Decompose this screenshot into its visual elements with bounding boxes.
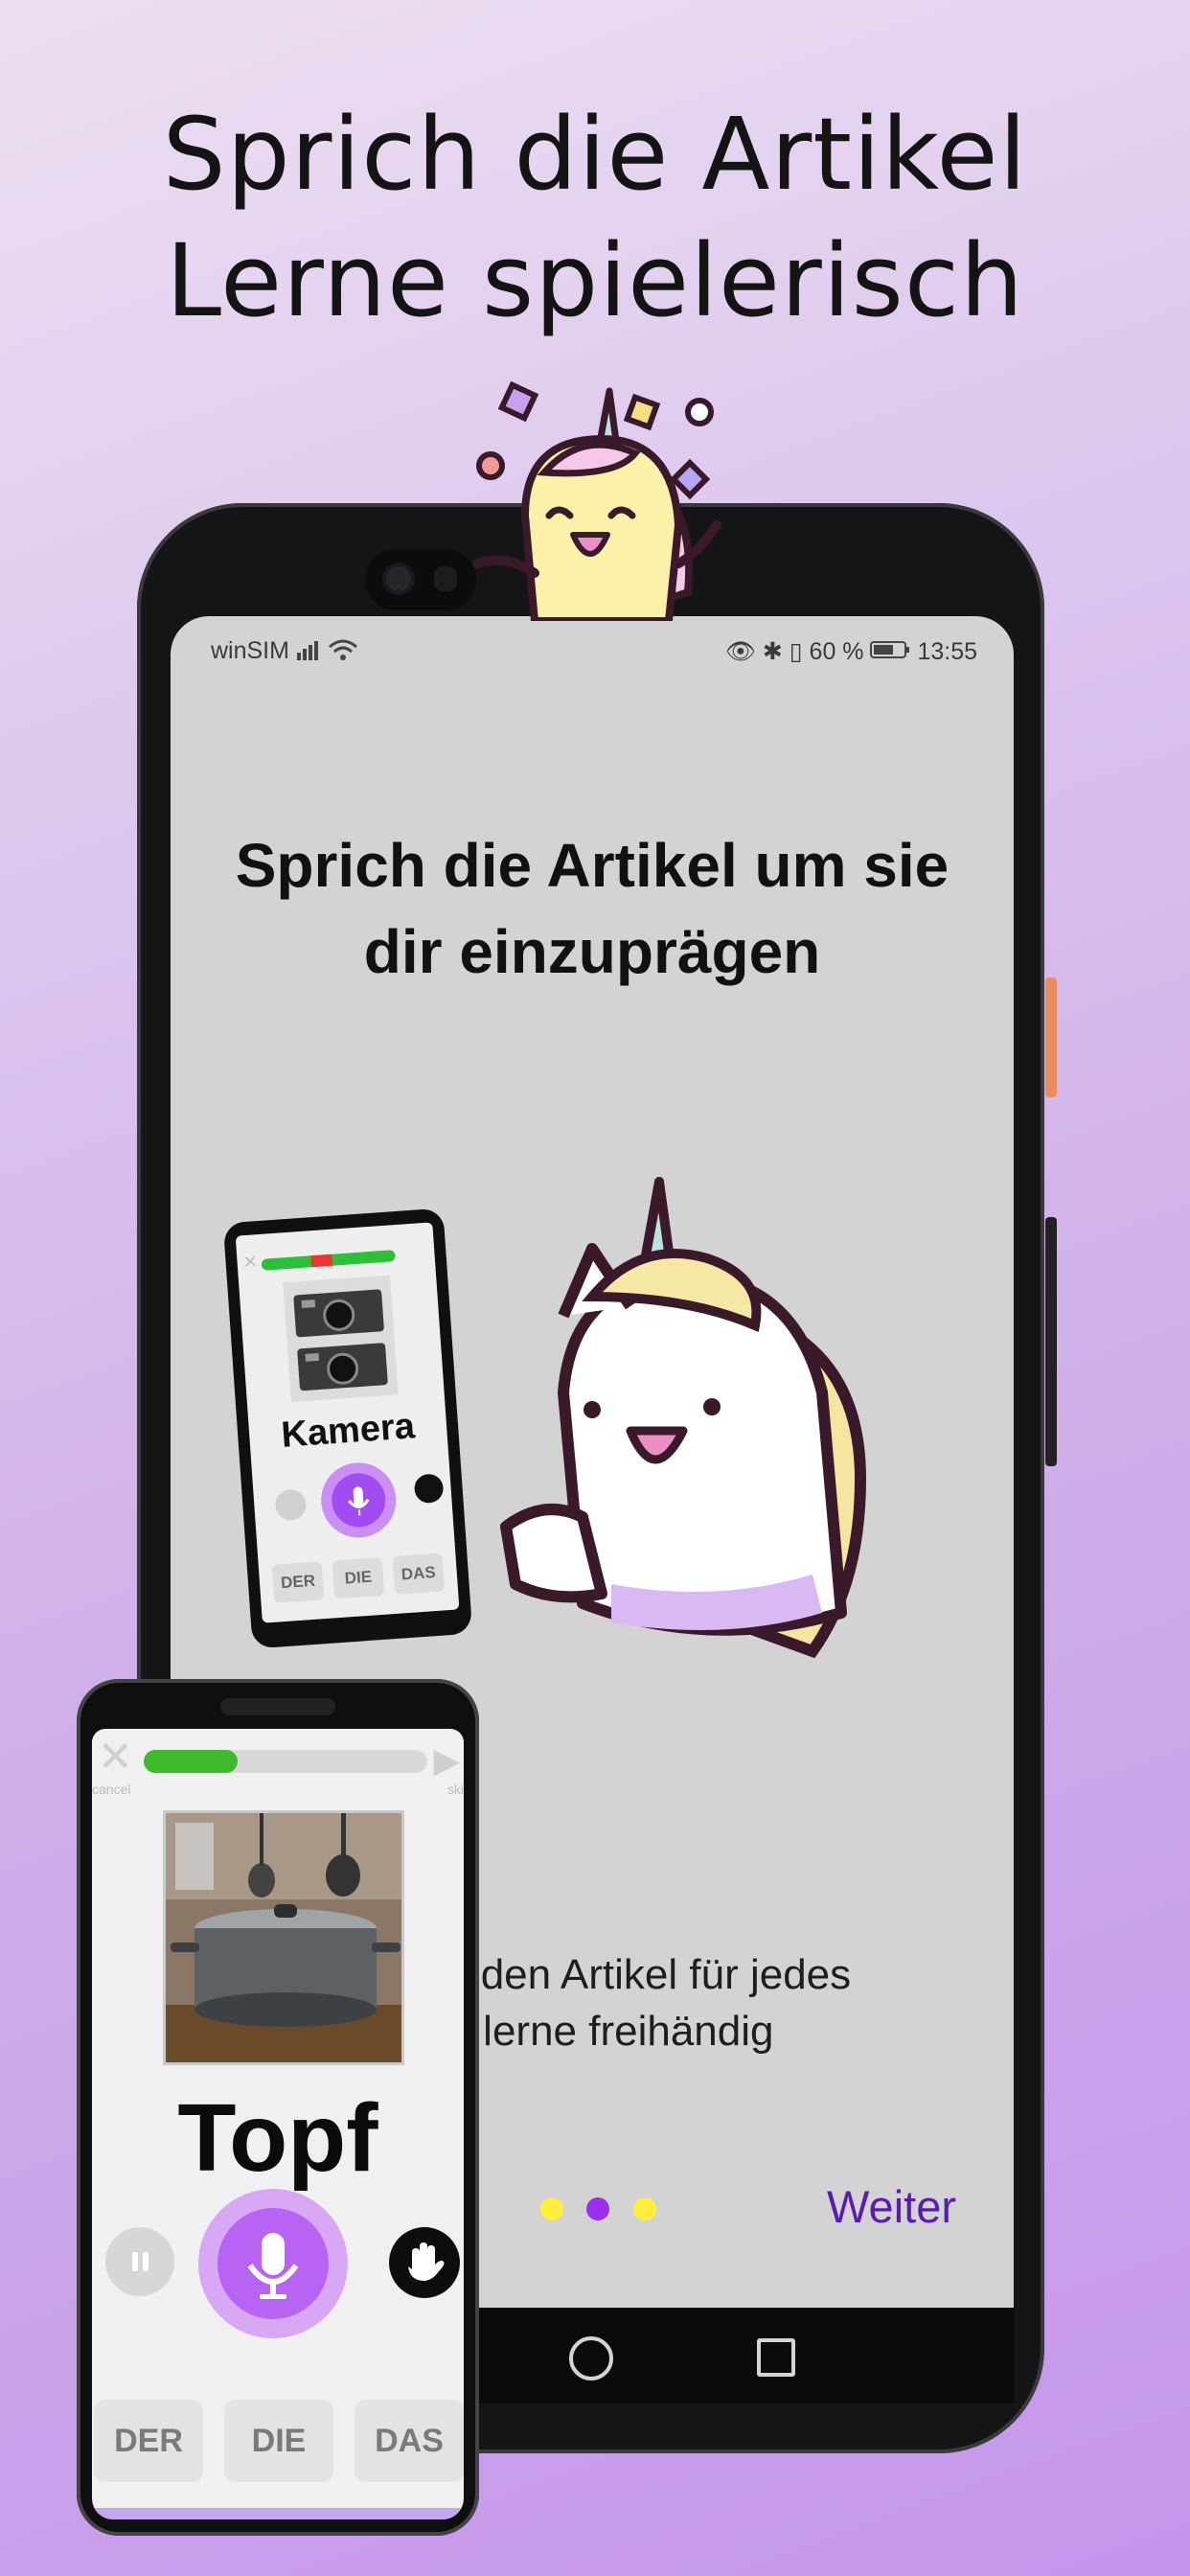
front-phone-frame: ✕ cancel ▶ ski Topf DER DIE DAS	[77, 1679, 479, 2536]
pause-icon	[274, 1488, 308, 1522]
home-button[interactable]	[569, 2336, 613, 2380]
page-dot-3[interactable]	[632, 2197, 656, 2220]
headline: Sprich die Artikel Lerne spielerisch	[0, 91, 1190, 344]
screen-title-line-2: dir einzuprägen	[363, 917, 821, 986]
description-line-1: ch den Artikel für jedes	[424, 1951, 852, 1998]
pot-photo	[163, 1810, 404, 2065]
quiz-word: Topf	[177, 2084, 378, 2192]
screen-title: Sprich die Artikel um sie dir einzupräge…	[171, 822, 1014, 995]
page-indicator	[540, 2197, 675, 2225]
phone-volume-button	[1045, 1217, 1057, 1466]
battery-percent: 60 %	[809, 638, 864, 665]
mini-progress-bar	[261, 1250, 396, 1271]
mini-article-die: DIE	[332, 1556, 385, 1599]
mini-article-das: DAS	[392, 1552, 446, 1595]
screen-description: ch den Artikel für jedes nd lerne freihä…	[424, 1946, 851, 2059]
pause-button[interactable]	[105, 2227, 174, 2296]
close-icon: ✕	[241, 1252, 259, 1273]
bottom-accent-bar	[92, 2508, 464, 2519]
camera-photo	[283, 1275, 399, 1403]
battery-icon	[870, 638, 917, 665]
microphone-icon	[217, 2208, 329, 2319]
headline-line-1: Sprich die Artikel	[162, 96, 1028, 213]
unicorn-mascot	[500, 1177, 867, 1659]
skip-label: ski	[446, 1782, 464, 1797]
status-bar: winSIM 👁 ✱ ▯ 60 % 13:55	[171, 628, 1014, 676]
eye-icon: 👁	[725, 638, 756, 665]
mini-phone-illustration: ✕ Kamera DER DIE DAS	[222, 1208, 473, 1649]
bluetooth-icon: ✱	[762, 638, 783, 665]
microphone-button[interactable]	[198, 2189, 348, 2338]
signal-icon	[295, 635, 358, 669]
article-die-button[interactable]: DIE	[224, 2400, 333, 2482]
next-button[interactable]: Weiter	[827, 2180, 956, 2233]
page-dot-1[interactable]	[540, 2197, 563, 2220]
party-unicorn-mascot	[472, 381, 721, 621]
hand-icon[interactable]	[389, 2227, 460, 2298]
phone-side-button	[1045, 978, 1057, 1097]
hand-icon	[413, 1473, 445, 1505]
status-right: 👁 ✱ ▯ 60 % 13:55	[725, 637, 977, 666]
wifi-icon	[329, 639, 357, 654]
mini-article-der: DER	[271, 1561, 325, 1603]
front-phone-speaker	[220, 1698, 335, 1715]
recents-button[interactable]	[757, 2338, 795, 2377]
mini-phone-screen: ✕ Kamera DER DIE DAS	[235, 1222, 460, 1623]
screen-title-line-1: Sprich die Artikel um sie	[235, 831, 950, 900]
vibrate-icon: ▯	[789, 638, 803, 665]
article-der-button[interactable]: DER	[94, 2400, 203, 2482]
headline-line-2: Lerne spielerisch	[166, 222, 1024, 339]
article-das-button[interactable]: DAS	[355, 2400, 464, 2482]
cancel-label: cancel	[92, 1782, 131, 1797]
close-icon[interactable]: ✕	[98, 1736, 133, 1779]
description-line-2: nd lerne freihändig	[424, 2008, 774, 2055]
page-dot-2-active[interactable]	[586, 2197, 610, 2220]
progress-bar	[144, 1750, 427, 1773]
progress-fill	[144, 1750, 238, 1773]
microphone-icon	[318, 1460, 399, 1541]
skip-icon[interactable]: ▶	[433, 1740, 460, 1781]
quiz-screen: ✕ cancel ▶ ski Topf DER DIE DAS	[92, 1729, 464, 2519]
clock: 13:55	[917, 638, 977, 665]
carrier-label: winSIM	[211, 637, 289, 664]
mini-word: Kamera	[280, 1406, 417, 1456]
